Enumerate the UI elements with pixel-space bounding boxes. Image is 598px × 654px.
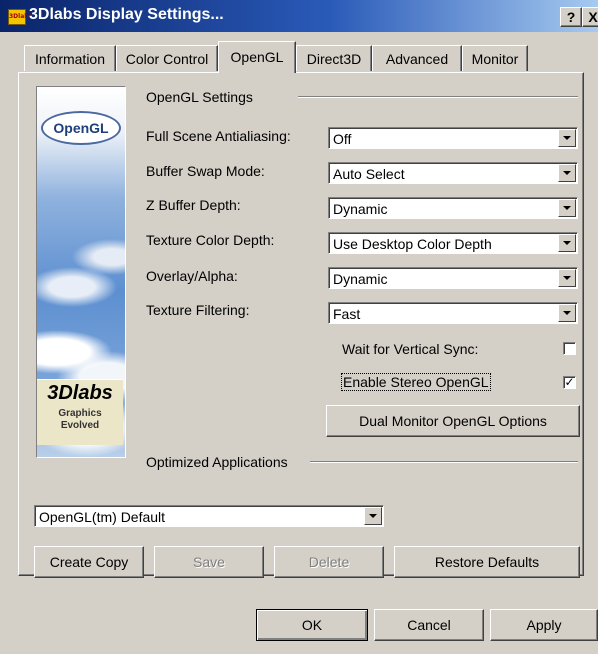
optimized-apps-divider xyxy=(310,461,578,463)
tab-color-control[interactable]: Color Control xyxy=(116,45,218,71)
buffer-swap-value: Auto Select xyxy=(333,166,405,182)
label-antialiasing: Full Scene Antialiasing: xyxy=(146,128,291,144)
ok-button[interactable]: OK xyxy=(256,609,368,641)
chevron-down-icon[interactable] xyxy=(558,199,576,217)
chevron-down-icon[interactable] xyxy=(558,164,576,182)
help-button[interactable]: ? xyxy=(560,7,582,27)
overlay-alpha-value: Dynamic xyxy=(333,271,388,287)
application-profile-value: OpenGL(tm) Default xyxy=(39,509,166,525)
app-logo-icon: 3Dlabs xyxy=(8,9,32,25)
label-enable-stereo-text: Enable Stereo OpenGL xyxy=(341,373,491,391)
tab-opengl[interactable]: OpenGL xyxy=(218,41,296,73)
save-button[interactable]: Save xyxy=(154,546,264,578)
antialiasing-dropdown[interactable]: Off xyxy=(328,127,578,149)
chevron-down-icon[interactable] xyxy=(558,129,576,147)
label-overlay-alpha: Overlay/Alpha: xyxy=(146,268,238,284)
close-button[interactable]: X xyxy=(582,7,598,27)
wait-vsync-checkbox[interactable] xyxy=(563,342,576,355)
texture-color-depth-value: Use Desktop Color Depth xyxy=(333,236,492,252)
chevron-down-icon[interactable] xyxy=(558,304,576,322)
label-z-buffer: Z Buffer Depth: xyxy=(146,197,241,213)
texture-filtering-dropdown[interactable]: Fast xyxy=(328,302,578,324)
chevron-down-icon[interactable] xyxy=(558,269,576,287)
tab-monitor[interactable]: Monitor xyxy=(462,45,528,71)
texture-color-depth-dropdown[interactable]: Use Desktop Color Depth xyxy=(328,232,578,254)
overlay-alpha-dropdown[interactable]: Dynamic xyxy=(328,267,578,289)
label-enable-stereo: Enable Stereo OpenGL xyxy=(341,373,491,391)
apply-button[interactable]: Apply xyxy=(490,609,598,641)
texture-filtering-value: Fast xyxy=(333,306,361,322)
restore-defaults-button[interactable]: Restore Defaults xyxy=(394,546,580,578)
tab-information[interactable]: Information xyxy=(24,45,116,71)
tab-direct3d[interactable]: Direct3D xyxy=(296,45,372,71)
3dlabs-logo: 3Dlabs Graphics Evolved xyxy=(37,379,123,445)
label-buffer-swap: Buffer Swap Mode: xyxy=(146,163,265,179)
label-texture-color-depth: Texture Color Depth: xyxy=(146,232,275,248)
branding-image: OpenGL 3Dlabs Graphics Evolved xyxy=(36,86,126,458)
create-copy-button[interactable]: Create Copy xyxy=(34,546,144,578)
optimized-apps-heading: Optimized Applications xyxy=(146,454,288,470)
3dlabs-logo-text: 3Dlabs xyxy=(47,382,113,404)
window-title: 3Dlabs Display Settings... xyxy=(29,6,224,23)
opengl-logo: OpenGL xyxy=(41,111,121,145)
cancel-button[interactable]: Cancel xyxy=(374,609,484,641)
enable-stereo-checkbox[interactable]: ✓ xyxy=(563,376,576,389)
delete-button[interactable]: Delete xyxy=(274,546,384,578)
tagline-line-2: Evolved xyxy=(60,420,100,431)
label-wait-vsync: Wait for Vertical Sync: xyxy=(342,341,479,357)
buffer-swap-dropdown[interactable]: Auto Select xyxy=(328,162,578,184)
chevron-down-icon[interactable] xyxy=(364,507,382,525)
z-buffer-value: Dynamic xyxy=(333,201,388,217)
tagline-line-1: Graphics xyxy=(58,408,102,419)
title-bar: 3Dlabs 3Dlabs Display Settings... ? X xyxy=(0,0,598,32)
opengl-settings-heading: OpenGL Settings xyxy=(146,89,253,105)
tab-advanced[interactable]: Advanced xyxy=(372,45,462,71)
label-texture-filtering: Texture Filtering: xyxy=(146,302,250,318)
antialiasing-value: Off xyxy=(333,131,352,147)
chevron-down-icon[interactable] xyxy=(558,234,576,252)
z-buffer-dropdown[interactable]: Dynamic xyxy=(328,197,578,219)
application-profile-dropdown[interactable]: OpenGL(tm) Default xyxy=(34,505,384,527)
opengl-settings-divider xyxy=(298,96,578,98)
dual-monitor-button[interactable]: Dual Monitor OpenGL Options xyxy=(326,405,580,437)
tagline: Graphics Evolved xyxy=(39,408,121,432)
